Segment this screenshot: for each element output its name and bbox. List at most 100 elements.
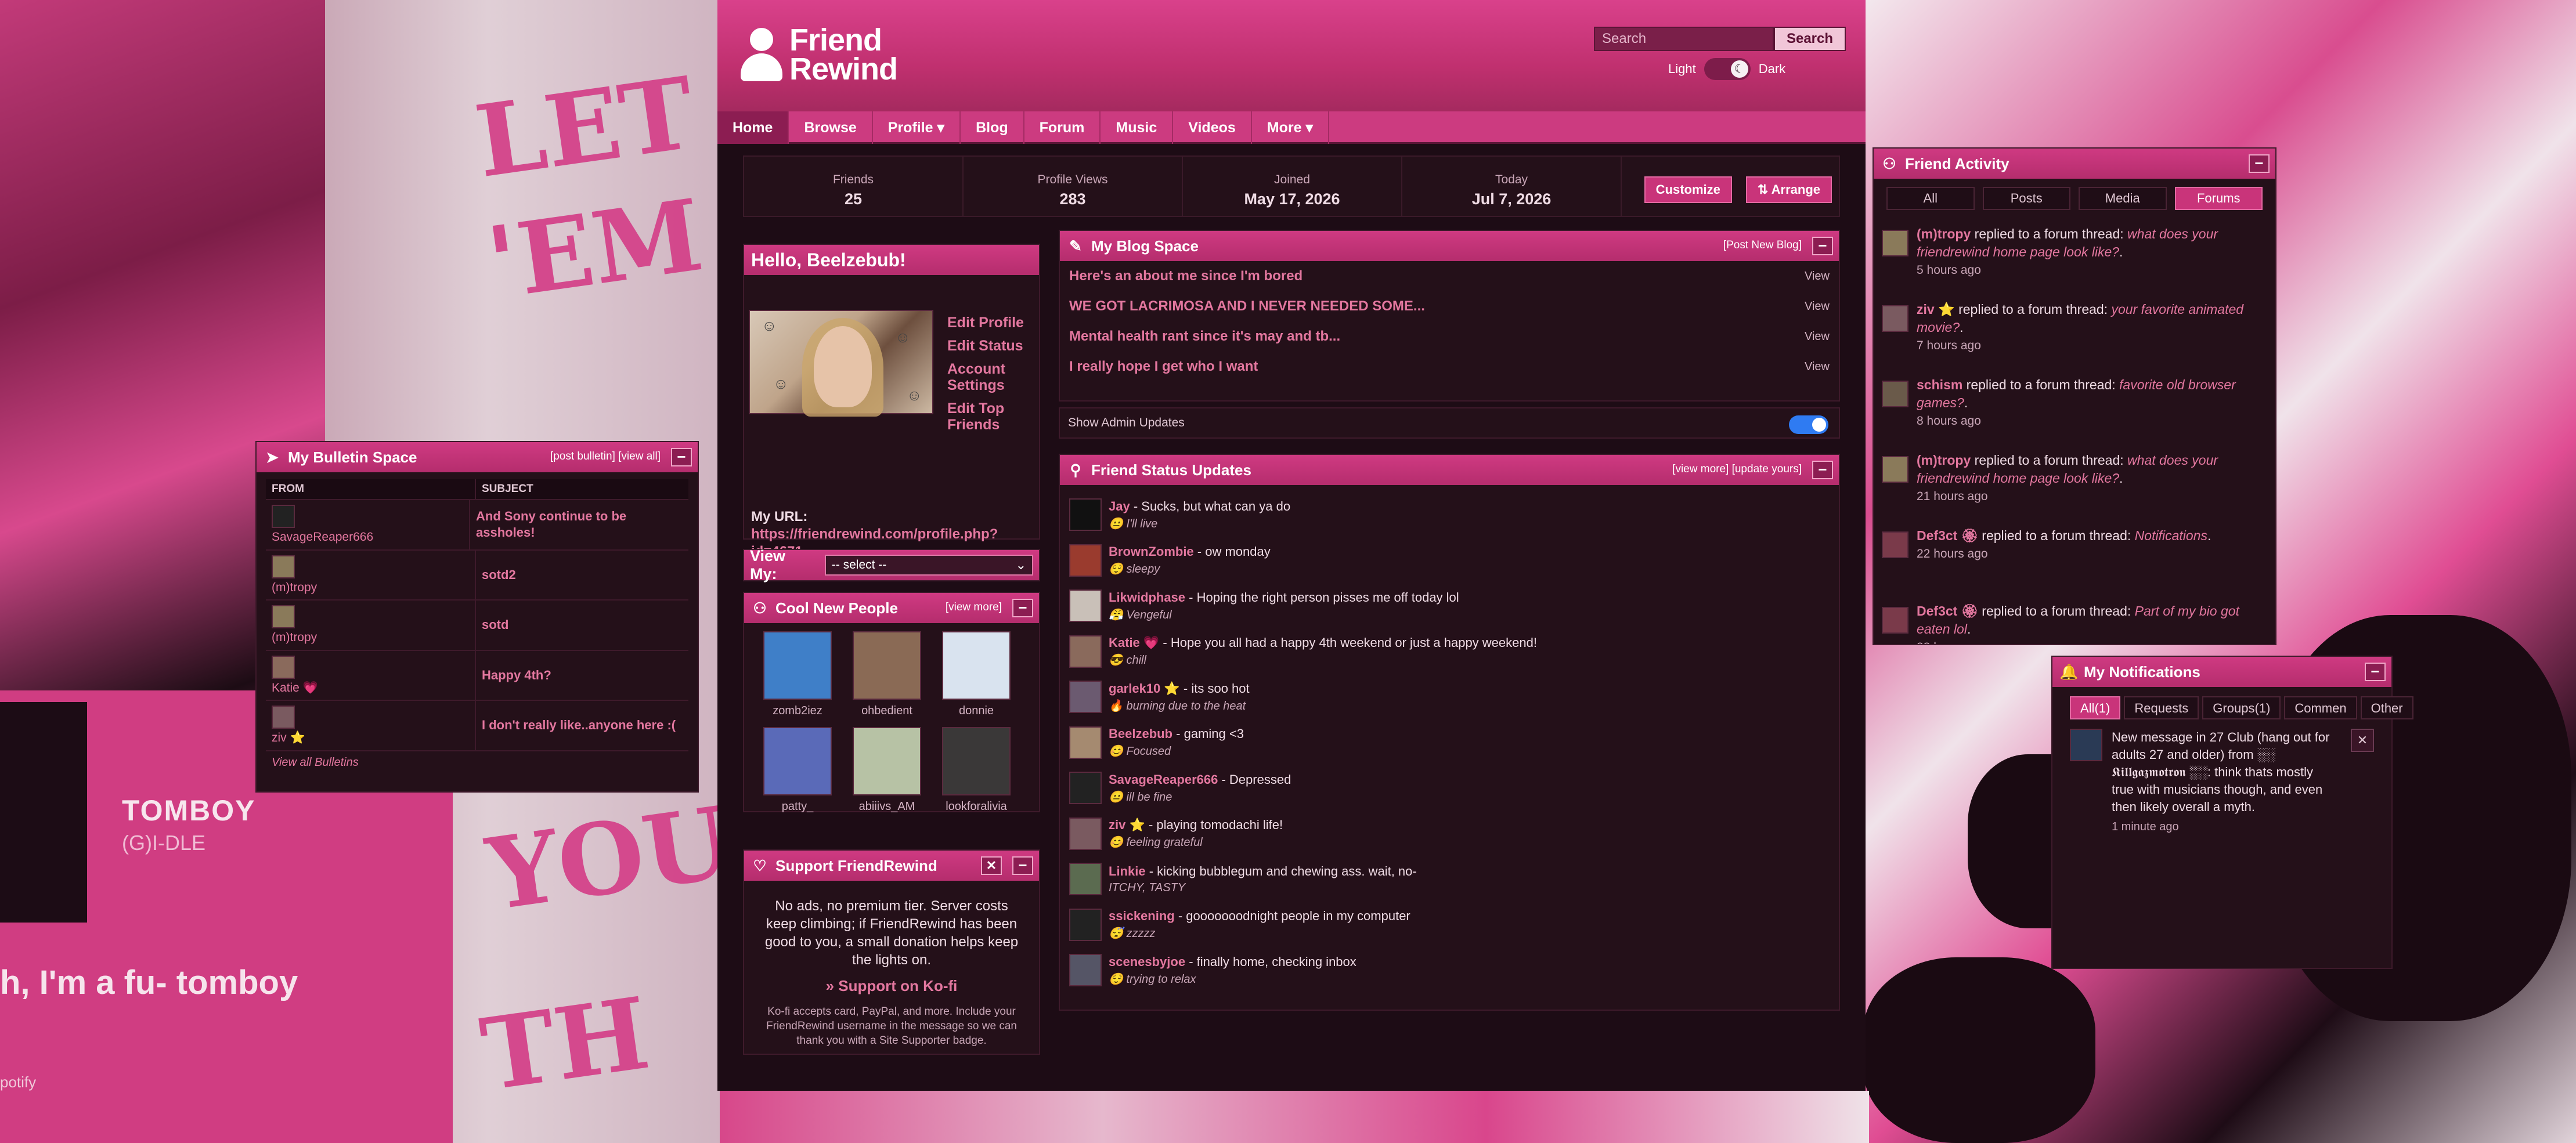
nav-profile[interactable]: Profile ▾: [873, 111, 961, 144]
friend-name[interactable]: Beelzebub: [1109, 726, 1172, 741]
friend-name[interactable]: SavageReaper666: [1109, 772, 1218, 787]
activity-user[interactable]: ziv ⭐: [1917, 302, 1955, 317]
kofi-link[interactable]: » Support on Ko-fi: [759, 977, 1024, 995]
friend-name[interactable]: ssickening: [1109, 909, 1175, 923]
nav-home[interactable]: Home: [717, 111, 789, 144]
person-card[interactable]: lookforalivia: [939, 727, 1013, 813]
notification-tab[interactable]: Other: [2360, 696, 2413, 719]
theme-toggle[interactable]: ☾: [1704, 58, 1751, 80]
person-card[interactable]: abiiivs_AM: [850, 727, 924, 813]
blog-view-link[interactable]: View: [1805, 330, 1830, 343]
blog-view-link[interactable]: View: [1805, 300, 1830, 313]
bulletin-sender-avatar[interactable]: [272, 555, 295, 578]
bulletin-sender[interactable]: SavageReaper666: [272, 530, 463, 544]
stat-friends[interactable]: Friends 25: [744, 157, 964, 216]
activity-user[interactable]: Def3ct 🏵: [1917, 603, 1978, 618]
friend-name[interactable]: Linkie: [1109, 864, 1146, 878]
blog-entry-title[interactable]: Here's an about me since I'm bored: [1069, 268, 1303, 284]
customize-button[interactable]: Customize: [1644, 176, 1732, 203]
bulletin-sender[interactable]: (m)tropy: [272, 581, 469, 595]
activity-user[interactable]: (m)tropy: [1917, 226, 1971, 241]
blog-view-link[interactable]: View: [1805, 360, 1830, 374]
admin-updates-toggle[interactable]: [1789, 415, 1828, 434]
collapse-button[interactable]: −: [1012, 599, 1033, 617]
nav-videos[interactable]: Videos: [1173, 111, 1252, 144]
blog-entry-title[interactable]: I really hope I get who I want: [1069, 359, 1258, 375]
activity-avatar[interactable]: [1882, 531, 1908, 558]
activity-tab-forums[interactable]: Forums: [2174, 187, 2263, 210]
activity-user[interactable]: (m)tropy: [1917, 453, 1971, 468]
site-logo[interactable]: Friend Rewind: [741, 24, 898, 85]
friend-avatar[interactable]: [1069, 681, 1102, 714]
activity-thread-link[interactable]: Notifications: [2135, 528, 2207, 543]
collapse-button[interactable]: −: [1012, 856, 1033, 875]
edit-status-link[interactable]: Edit Status: [947, 338, 1024, 354]
notification-tab[interactable]: Groups(1): [2202, 696, 2281, 719]
activity-avatar[interactable]: [1882, 305, 1908, 332]
activity-tab-media[interactable]: Media: [2079, 187, 2167, 210]
nav-forum[interactable]: Forum: [1024, 111, 1101, 144]
friend-name[interactable]: ziv ⭐: [1109, 818, 1145, 832]
activity-avatar[interactable]: [1882, 230, 1908, 256]
friend-avatar[interactable]: [1069, 908, 1102, 941]
friend-avatar[interactable]: [1069, 544, 1102, 577]
friend-avatar[interactable]: [1069, 498, 1102, 531]
person-card[interactable]: zomb2iez: [760, 631, 835, 718]
search-input[interactable]: [1594, 27, 1774, 51]
friend-avatar[interactable]: [1069, 589, 1102, 623]
friend-name[interactable]: scenesbyjoe: [1109, 954, 1185, 969]
nav-music[interactable]: Music: [1101, 111, 1174, 144]
bulletin-subject[interactable]: I don't really like..anyone here :(: [476, 717, 681, 733]
friend-name[interactable]: BrownZombie: [1109, 544, 1194, 559]
profile-avatar[interactable]: ☺ ☺ ☺ ☺: [749, 310, 933, 417]
collapse-button[interactable]: −: [2365, 663, 2386, 681]
arrange-button[interactable]: ⇅ Arrange: [1745, 176, 1832, 203]
friend-avatar[interactable]: [1069, 954, 1102, 987]
friend-avatar[interactable]: [1069, 863, 1102, 896]
friend-name[interactable]: garlek10 ⭐: [1109, 681, 1180, 696]
collapse-button[interactable]: −: [1812, 237, 1833, 255]
activity-avatar[interactable]: [1882, 456, 1908, 483]
friend-avatar[interactable]: [1069, 817, 1102, 850]
bulletin-sender-avatar[interactable]: [272, 706, 295, 729]
bulletin-sender[interactable]: Katie 💗: [272, 681, 469, 695]
person-card[interactable]: ohbedient: [850, 631, 924, 718]
friend-name[interactable]: Jay: [1109, 499, 1130, 513]
activity-avatar[interactable]: [1882, 607, 1908, 634]
notification-tab[interactable]: Commen: [2284, 696, 2357, 719]
notification-tab[interactable]: All(1): [2070, 696, 2121, 719]
bulletin-subject[interactable]: Happy 4th?: [476, 667, 557, 683]
activity-avatar[interactable]: [1882, 381, 1908, 407]
friend-name[interactable]: Likwidphase: [1109, 590, 1185, 605]
search-button[interactable]: Search: [1774, 27, 1846, 51]
collapse-button[interactable]: −: [1812, 461, 1833, 479]
bulletin-subject[interactable]: And Sony continue to be assholes!: [470, 508, 688, 541]
view-my-select[interactable]: -- select -- ⌄: [824, 555, 1033, 576]
notification-item[interactable]: New message in 27 Club (hang out for adu…: [2052, 729, 2391, 834]
nav-browse[interactable]: Browse: [789, 111, 873, 144]
activity-user[interactable]: Def3ct 🏵: [1917, 528, 1978, 543]
bulletin-sender[interactable]: (m)tropy: [272, 631, 469, 645]
cool-people-view-more[interactable]: [view more]: [946, 601, 1002, 614]
nav-more[interactable]: More ▾: [1252, 111, 1330, 144]
bulletin-sender-avatar[interactable]: [272, 505, 295, 529]
account-settings-link[interactable]: Account Settings: [947, 361, 1023, 393]
post-new-blog-link[interactable]: [Post New Blog]: [1723, 239, 1802, 252]
bulletin-sender-avatar[interactable]: [272, 605, 295, 629]
bulletin-subject[interactable]: sotd: [476, 617, 514, 633]
person-card[interactable]: donnie: [939, 631, 1013, 718]
edit-profile-link[interactable]: Edit Profile: [947, 314, 1024, 331]
collapse-button[interactable]: −: [671, 448, 692, 466]
blog-view-link[interactable]: View: [1805, 270, 1830, 283]
bulletin-sender[interactable]: ziv ⭐: [272, 731, 469, 745]
bulletin-sender-avatar[interactable]: [272, 655, 295, 679]
activity-tab-posts[interactable]: Posts: [1982, 187, 2070, 210]
friend-avatar[interactable]: [1069, 635, 1102, 668]
friend-avatar[interactable]: [1069, 726, 1102, 759]
activity-tab-all[interactable]: All: [1886, 187, 1975, 210]
person-card[interactable]: patty_: [760, 727, 835, 813]
blog-entry-title[interactable]: WE GOT LACRIMOSA AND I NEVER NEEDED SOME…: [1069, 298, 1425, 314]
friend-name[interactable]: Katie 💗: [1109, 635, 1159, 650]
bulletin-subject[interactable]: sotd2: [476, 567, 522, 583]
activity-user[interactable]: schism: [1917, 377, 1962, 392]
